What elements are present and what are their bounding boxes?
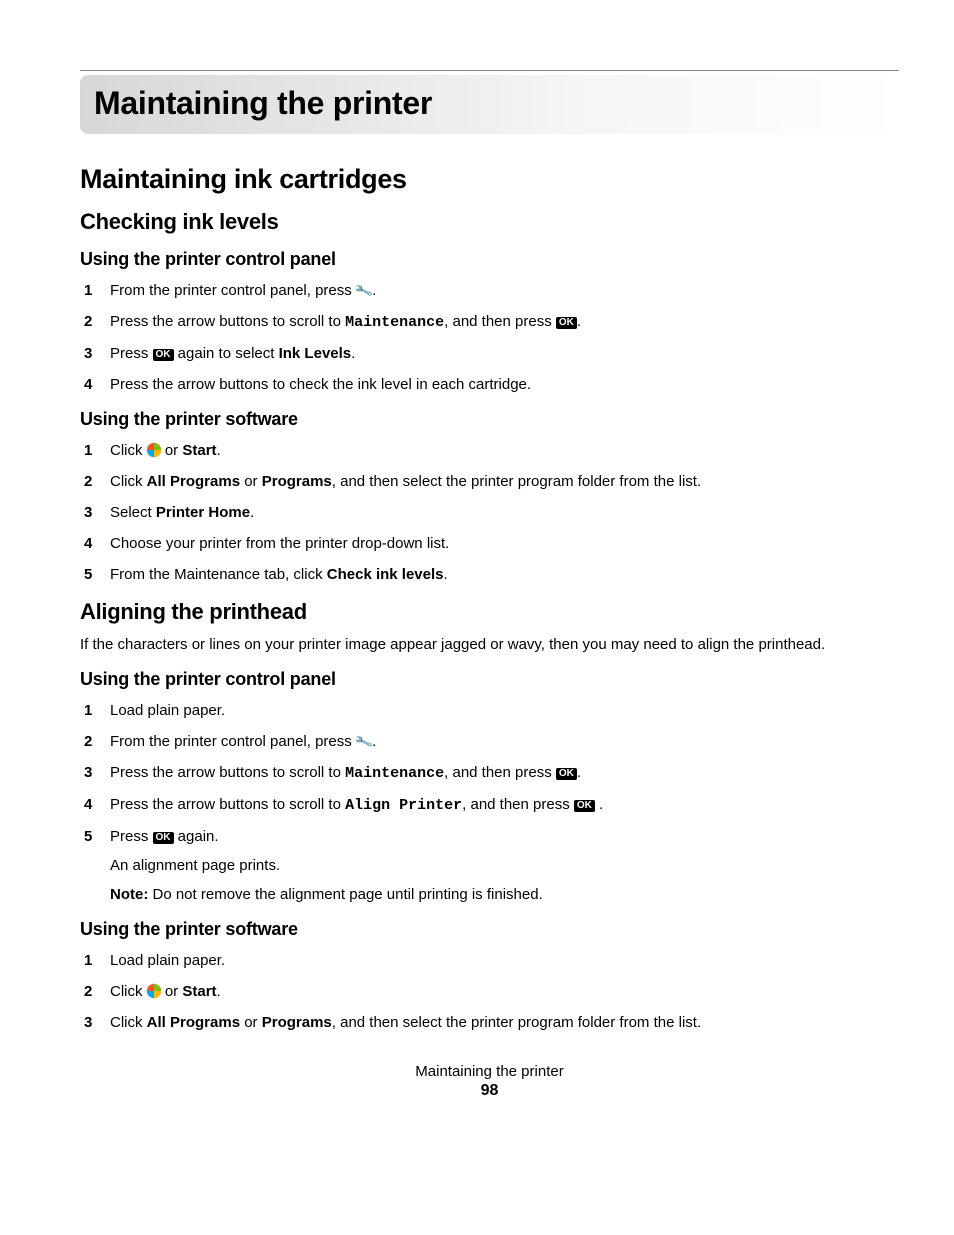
- list-item: Choose your printer from the printer dro…: [80, 533, 899, 554]
- list-item: Click All Programs or Programs, and then…: [80, 1012, 899, 1033]
- windows-start-orb-icon: [147, 984, 161, 998]
- list-item: Click or Start.: [80, 981, 899, 1002]
- list-item: From the printer control panel, press 🔧.: [80, 731, 899, 752]
- page-footer: Maintaining the printer 98: [80, 1063, 899, 1100]
- paragraph-align-intro: If the characters or lines on your print…: [80, 635, 899, 655]
- heading-using-software-1: Using the printer software: [80, 409, 899, 430]
- windows-start-orb-icon: [147, 443, 161, 457]
- ok-icon: OK: [556, 768, 577, 780]
- list-item: Press OK again to select Ink Levels.: [80, 343, 899, 364]
- footer-page-number: 98: [80, 1082, 899, 1100]
- list-item: Press OK again. An alignment page prints…: [80, 826, 899, 905]
- ok-icon: OK: [153, 832, 174, 844]
- page-title: Maintaining the printer: [94, 85, 885, 122]
- ok-icon: OK: [153, 349, 174, 361]
- heading-using-control-panel-2: Using the printer control panel: [80, 669, 899, 690]
- heading-using-control-panel-1: Using the printer control panel: [80, 249, 899, 270]
- page-title-bar: Maintaining the printer: [80, 75, 899, 134]
- list-item: Load plain paper.: [80, 700, 899, 721]
- substep-alignment-prints: An alignment page prints.: [110, 855, 899, 876]
- list-item: Press the arrow buttons to scroll to Mai…: [80, 762, 899, 784]
- steps-align-control-panel: Load plain paper. From the printer contr…: [80, 700, 899, 905]
- heading-maintaining-ink-cartridges: Maintaining ink cartridges: [80, 164, 899, 195]
- steps-check-ink-control-panel: From the printer control panel, press 🔧.…: [80, 280, 899, 395]
- heading-aligning-printhead: Aligning the printhead: [80, 599, 899, 625]
- steps-align-software: Load plain paper. Click or Start. Click …: [80, 950, 899, 1033]
- ok-icon: OK: [574, 800, 595, 812]
- heading-checking-ink-levels: Checking ink levels: [80, 209, 899, 235]
- list-item: From the Maintenance tab, click Check in…: [80, 564, 899, 585]
- list-item: Click All Programs or Programs, and then…: [80, 471, 899, 492]
- list-item: From the printer control panel, press 🔧.: [80, 280, 899, 301]
- list-item: Select Printer Home.: [80, 502, 899, 523]
- list-item: Press the arrow buttons to scroll to Ali…: [80, 794, 899, 816]
- list-item: Load plain paper.: [80, 950, 899, 971]
- ok-icon: OK: [556, 317, 577, 329]
- steps-check-ink-software: Click or Start. Click All Programs or Pr…: [80, 440, 899, 585]
- heading-using-software-2: Using the printer software: [80, 919, 899, 940]
- list-item: Press the arrow buttons to scroll to Mai…: [80, 311, 899, 333]
- list-item: Press the arrow buttons to check the ink…: [80, 374, 899, 395]
- note-alignment: Note: Do not remove the alignment page u…: [110, 884, 899, 905]
- list-item: Click or Start.: [80, 440, 899, 461]
- footer-section-title: Maintaining the printer: [80, 1063, 899, 1080]
